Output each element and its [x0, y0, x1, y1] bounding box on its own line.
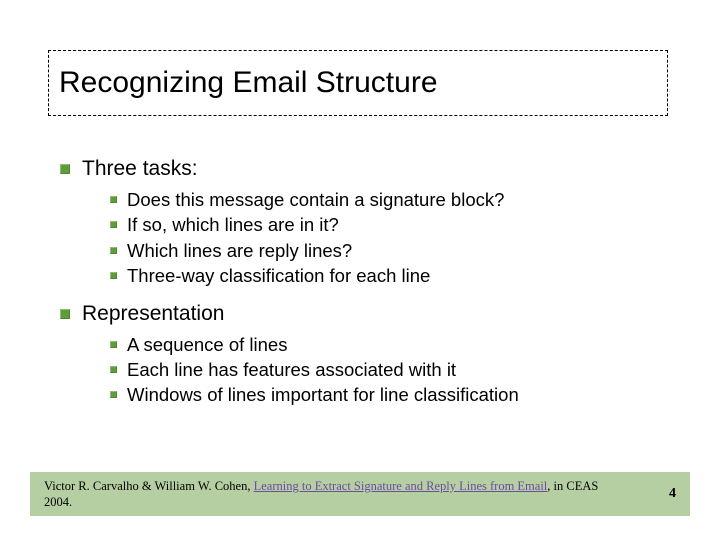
bullet-icon: [110, 221, 117, 228]
citation-authors: Victor R. Carvalho & William W. Cohen,: [44, 479, 254, 493]
list-item-text: Does this message contain a signature bl…: [127, 188, 504, 211]
page-number: 4: [609, 486, 676, 502]
slide-title: Recognizing Email Structure: [59, 66, 438, 100]
section-label: Three tasks:: [82, 156, 198, 182]
bullet-icon: [110, 366, 117, 373]
list-item: If so, which lines are in it?: [110, 213, 670, 236]
section-heading: Representation: [60, 301, 670, 327]
list-item-text: Three-way classification for each line: [127, 264, 430, 287]
citation: Victor R. Carvalho & William W. Cohen, L…: [44, 478, 609, 511]
slide: Recognizing Email Structure Three tasks:…: [0, 0, 720, 540]
list-item-text: A sequence of lines: [127, 333, 287, 356]
section-heading: Three tasks:: [60, 156, 670, 182]
bullet-icon: [110, 341, 117, 348]
bullet-icon: [110, 391, 117, 398]
title-box: Recognizing Email Structure: [48, 50, 668, 116]
bullet-list: A sequence of lines Each line has featur…: [110, 333, 670, 406]
citation-title-link[interactable]: Learning to Extract Signature and Reply …: [254, 479, 548, 493]
list-item: Does this message contain a signature bl…: [110, 188, 670, 211]
list-item-text: Windows of lines important for line clas…: [127, 383, 519, 406]
bullet-icon: [110, 196, 117, 203]
list-item: Three-way classification for each line: [110, 264, 670, 287]
bullet-icon: [60, 164, 70, 174]
list-item-text: Each line has features associated with i…: [127, 358, 456, 381]
list-item: Windows of lines important for line clas…: [110, 383, 670, 406]
list-item-text: Which lines are reply lines?: [127, 239, 352, 262]
list-item-text: If so, which lines are in it?: [127, 213, 339, 236]
list-item: Each line has features associated with i…: [110, 358, 670, 381]
bullet-icon: [110, 247, 117, 254]
footer-bar: Victor R. Carvalho & William W. Cohen, L…: [30, 472, 690, 516]
section-label: Representation: [82, 301, 224, 327]
list-item: Which lines are reply lines?: [110, 239, 670, 262]
slide-body: Three tasks: Does this message contain a…: [60, 152, 670, 420]
list-item: A sequence of lines: [110, 333, 670, 356]
bullet-icon: [110, 272, 117, 279]
bullet-list: Does this message contain a signature bl…: [110, 188, 670, 287]
bullet-icon: [60, 309, 70, 319]
